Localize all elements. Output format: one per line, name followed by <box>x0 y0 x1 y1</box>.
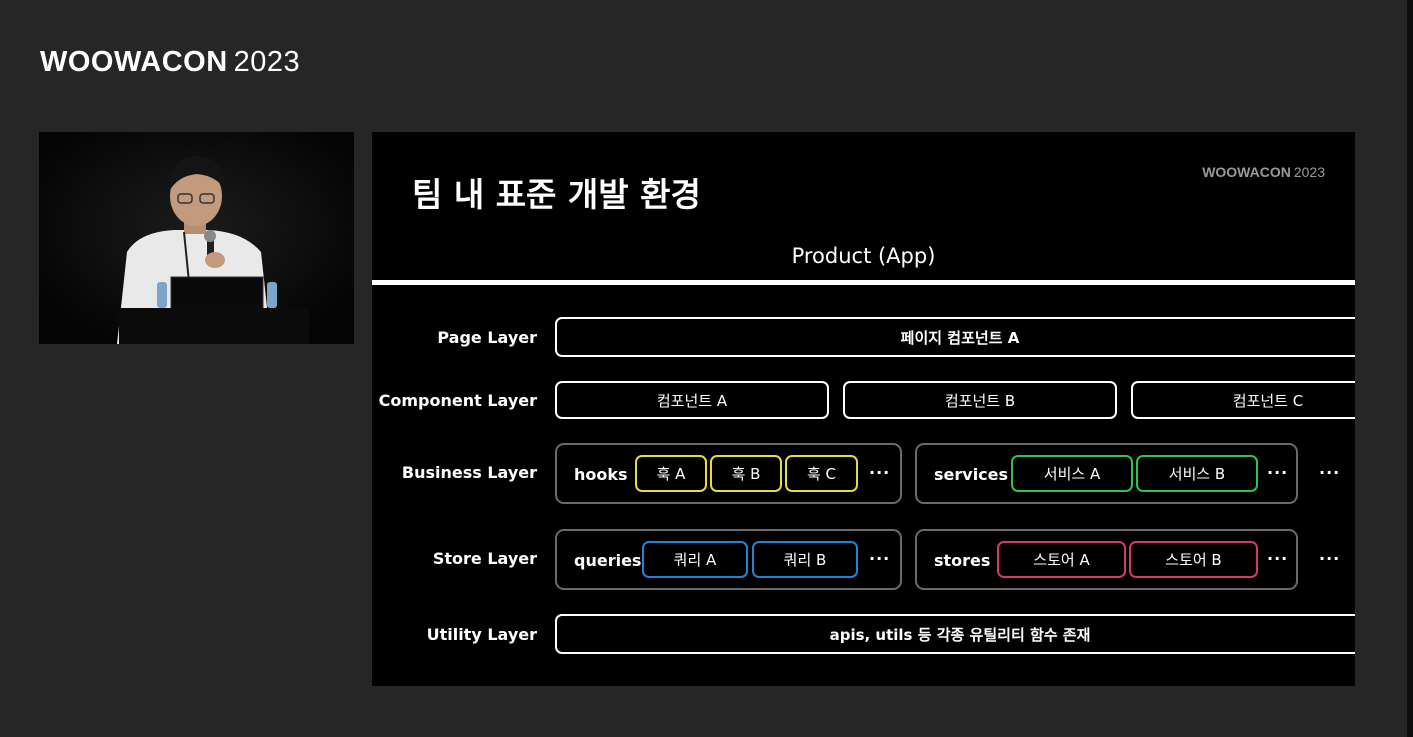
slide-title: 팀 내 표준 개발 환경 <box>412 175 701 214</box>
queries-more: ··· <box>869 549 891 568</box>
store-layer-more: ··· <box>1319 549 1341 568</box>
hook-chip-b: 훅 B <box>710 455 782 492</box>
presentation-slide: 팀 내 표준 개발 환경 WOOWACON 2023 Product (App) … <box>372 132 1355 686</box>
utility-box: apis, utils 등 각종 유틸리티 함수 존재 <box>555 614 1355 654</box>
product-heading: Product (App) <box>791 244 936 268</box>
store-layer-label: Store Layer <box>432 549 537 568</box>
component-box-c: 컴포넌트 C <box>1131 381 1355 419</box>
query-chip-b: 쿼리 B <box>752 541 858 578</box>
slide-logo: WOOWACON 2023 <box>1202 164 1325 180</box>
hooks-more: ··· <box>869 463 891 482</box>
slide-brand-year: 2023 <box>1293 164 1325 180</box>
speaker-image <box>39 132 354 344</box>
stores-more: ··· <box>1267 549 1289 568</box>
store-chip-b: 스토어 B <box>1129 541 1258 578</box>
page-component-box: 페이지 컴포넌트 A <box>555 317 1355 357</box>
store-chip-a: 스토어 A <box>997 541 1126 578</box>
service-chip-b: 서비스 B <box>1136 455 1258 492</box>
brand-year: 2023 <box>233 46 301 78</box>
services-label: services <box>934 465 1009 484</box>
utility-layer-label: Utility Layer <box>426 625 537 644</box>
service-chip-a: 서비스 A <box>1011 455 1133 492</box>
business-layer-more: ··· <box>1319 463 1341 482</box>
query-chip-a: 쿼리 A <box>642 541 748 578</box>
conference-logo: WOOWACON 2023 <box>40 46 300 79</box>
business-layer-label: Business Layer <box>401 463 537 482</box>
slide-brand-text: WOOWACON <box>1202 164 1291 180</box>
hook-chip-a: 훅 A <box>635 455 707 492</box>
hook-chip-c: 훅 C <box>785 455 858 492</box>
component-box-a: 컴포넌트 A <box>555 381 829 419</box>
page-layer-label: Page Layer <box>437 328 537 347</box>
brand-text: WOOWACON <box>40 46 228 78</box>
services-more: ··· <box>1267 463 1289 482</box>
stores-label: stores <box>934 551 991 570</box>
window-edge <box>1407 0 1413 737</box>
speaker-video[interactable] <box>39 132 354 344</box>
product-divider <box>372 280 1355 285</box>
queries-label: queries <box>574 551 642 570</box>
hooks-label: hooks <box>574 465 628 484</box>
component-layer-label: Component Layer <box>378 391 537 410</box>
component-box-b: 컴포넌트 B <box>843 381 1117 419</box>
